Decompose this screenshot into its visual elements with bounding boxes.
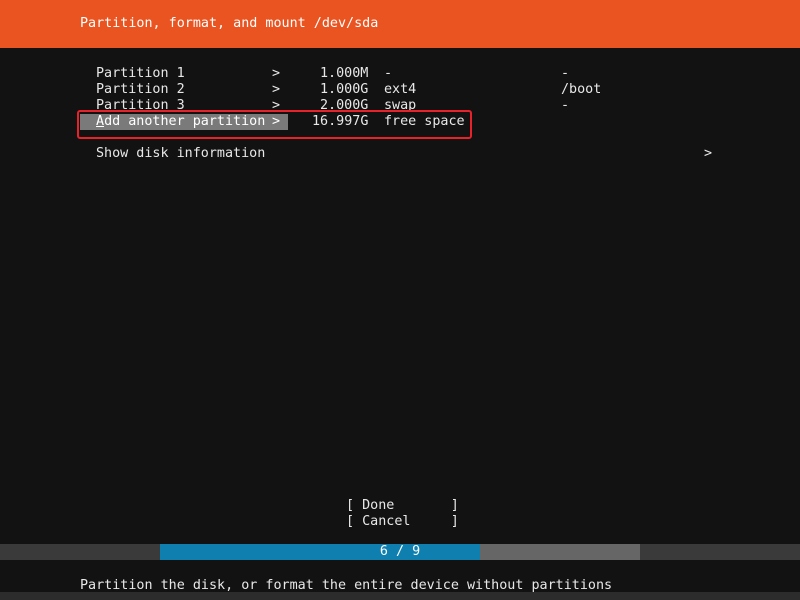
chevron-right-icon: > <box>272 66 281 81</box>
header-bar: Partition, format, and mount /dev/sda <box>0 0 800 48</box>
partition-mount: - <box>561 66 570 81</box>
disk-info-label: Show disk information <box>96 146 266 161</box>
partition-mount: - <box>561 98 570 113</box>
partition-name: Partition 2 <box>96 82 185 97</box>
progress-label: 6 / 9 <box>379 544 421 559</box>
footer-bar <box>0 592 800 600</box>
partition-fstype: ext4 <box>384 82 417 97</box>
installer-screen: Partition, format, and mount /dev/sda Pa… <box>0 0 800 600</box>
partition-fstype: - <box>384 66 393 81</box>
done-button[interactable]: [ Done ] <box>346 498 459 514</box>
chevron-right-icon: > <box>272 82 281 97</box>
partition-name: Partition 1 <box>96 66 185 81</box>
partition-size: 1.000G <box>320 82 369 97</box>
page-title: Partition, format, and mount /dev/sda <box>80 16 379 31</box>
chevron-right-icon: > <box>704 146 713 161</box>
progress-bar: 6 / 9 <box>160 544 640 560</box>
cancel-button[interactable]: [ Cancel ] <box>346 514 459 530</box>
partition-mount: /boot <box>561 82 602 97</box>
highlight-annotation-box <box>77 110 472 139</box>
partition-size: 1.000M <box>320 66 369 81</box>
